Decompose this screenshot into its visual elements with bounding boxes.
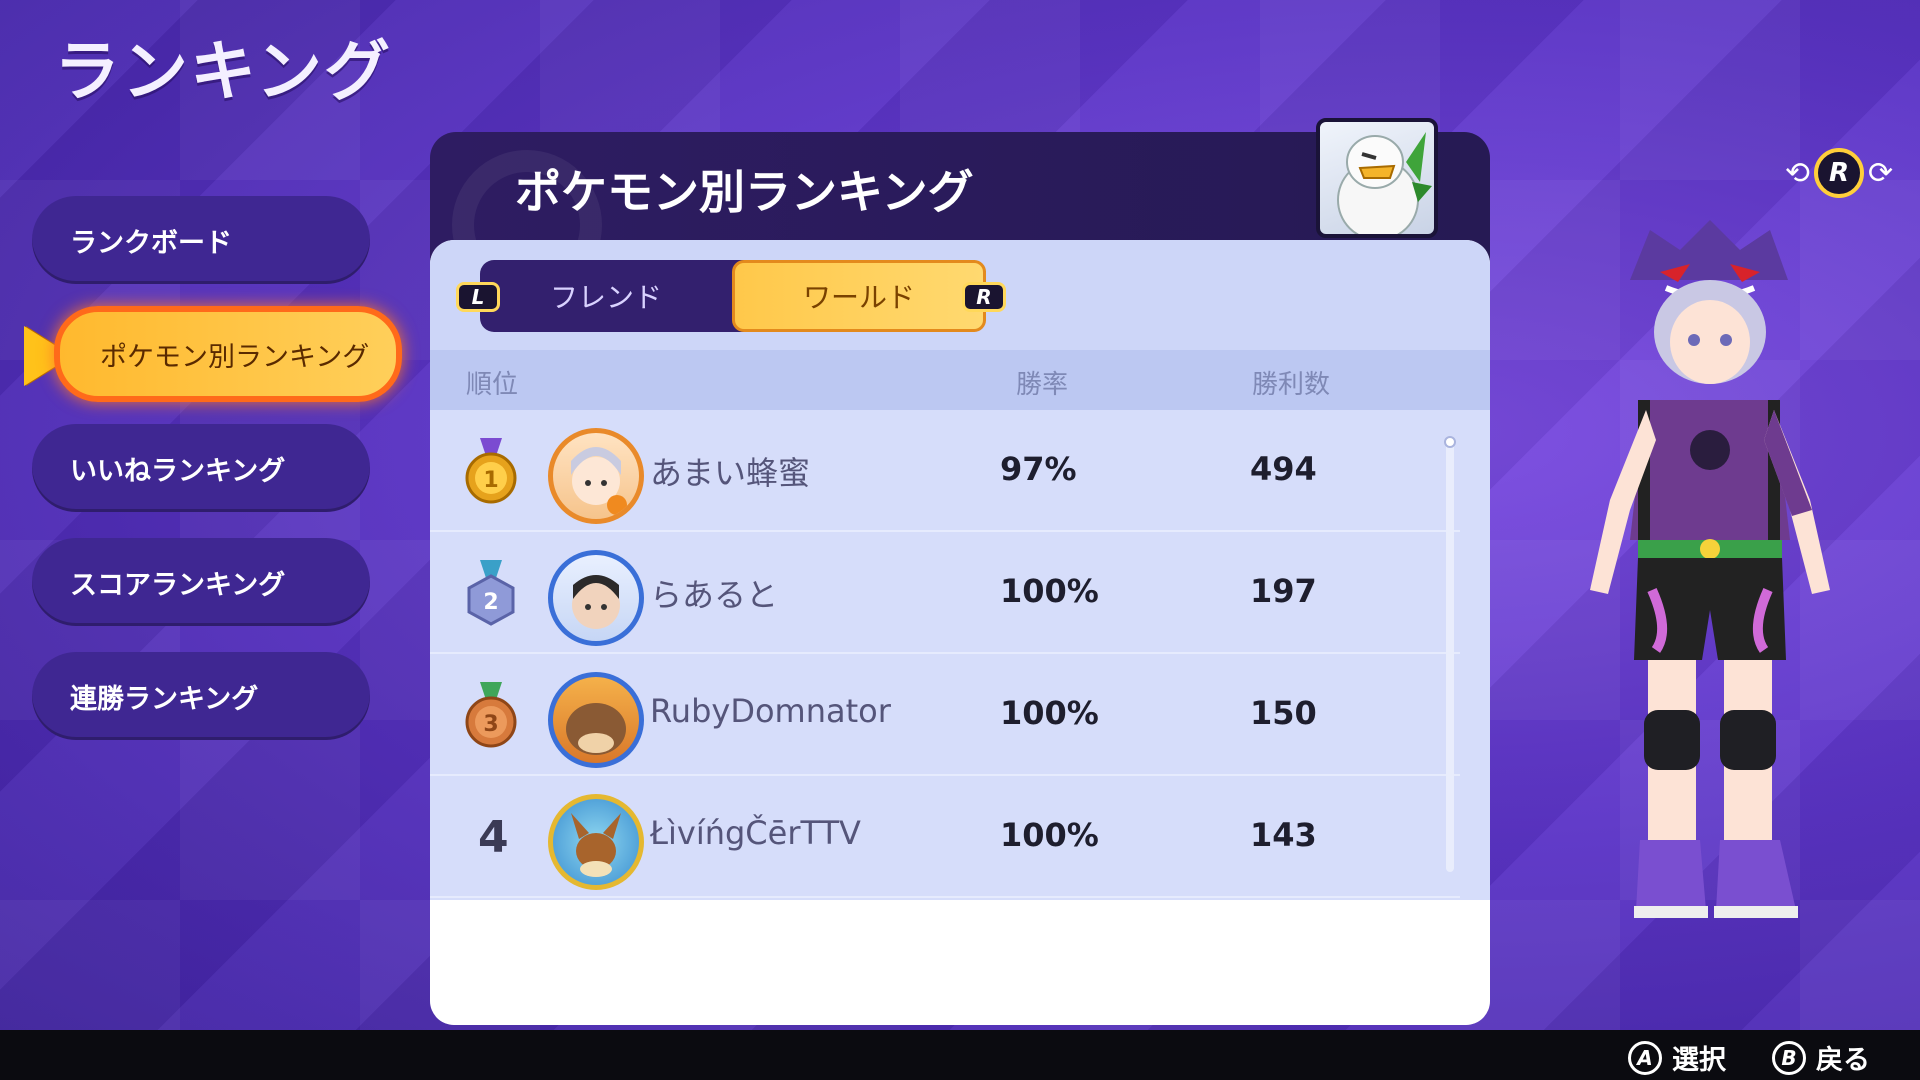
winrate-value: 97% [1000,450,1077,488]
column-header-rank: 順位 [466,370,519,400]
sidebar-item-streak-ranking[interactable]: 連勝ランキング [32,652,370,740]
table-row[interactable]: 4 ŁìvíńgČērTTV 100% 143 [430,776,1460,898]
svg-text:3: 3 [483,712,498,737]
select-hint[interactable]: A 選択 [1628,1038,1726,1077]
column-header-wins: 勝利数 [1252,370,1331,400]
back-label: 戻る [1816,1045,1870,1076]
wins-value: 494 [1250,450,1317,488]
sidebar-item-label: スコアランキング [70,569,286,601]
wins-value: 197 [1250,572,1317,610]
rank-number: 4 [478,812,509,863]
r-button-icon: R [1814,148,1864,198]
table-row[interactable]: 3 RubyDomnator 100% 150 [430,654,1460,776]
sidebar-item-label: いいねランキング [70,455,286,487]
gold-medal-icon: 1 [465,438,517,504]
sidebar-item-label: ランクボード [70,227,232,259]
pokemon-portrait [1316,118,1438,238]
l-button-icon: L [456,282,500,312]
avatar [548,550,644,646]
winrate-value: 100% [1000,572,1099,610]
ranking-panel: フレンド ワールド L R 順位 勝率 勝利数 1 あまい蜂蜜 97% 494 … [430,240,1490,1025]
page-title: ランキング [54,33,393,110]
player-name: RubyDomnator [650,692,891,730]
column-header-winrate: 勝率 [1016,370,1069,400]
silver-medal-icon: 2 [467,560,515,626]
wins-value: 150 [1250,694,1317,732]
sidebar-item-like-ranking[interactable]: いいねランキング [32,424,370,512]
player-name: あまい蜂蜜 [650,454,811,492]
winrate-value: 100% [1000,816,1099,854]
column-headers: 順位 勝率 勝利数 [430,350,1490,410]
b-button-icon: B [1772,1040,1806,1075]
rotate-left-icon: ⟲ [1784,155,1810,191]
wins-value: 143 [1250,816,1317,854]
avatar [548,428,644,524]
a-button-icon: A [1628,1040,1662,1075]
select-label: 選択 [1672,1045,1726,1076]
player-character[interactable] [1560,210,1860,930]
winrate-value: 100% [1000,694,1099,732]
back-hint[interactable]: B 戻る [1772,1038,1870,1077]
tab-world[interactable]: ワールド [732,260,986,332]
panel-title: ポケモン別ランキング [515,165,974,219]
r-button-icon: R [962,282,1006,312]
avatar [548,672,644,768]
scrollbar[interactable] [1446,440,1454,872]
sidebar-item-label: ポケモン別ランキング [100,341,370,373]
svg-text:1: 1 [483,468,498,493]
player-name: らあると [650,576,779,614]
rotate-hint: ⟲ R ⟳ [1784,148,1894,198]
player-name: ŁìvíńgČērTTV [650,814,861,852]
rotate-right-icon: ⟳ [1868,155,1894,191]
table-row[interactable]: 2 らあると 100% 197 [430,532,1460,654]
bronze-medal-icon: 3 [465,682,517,748]
svg-text:2: 2 [483,590,498,615]
sidebar-item-label: 連勝ランキング [70,683,259,715]
sidebar-item-rankboard[interactable]: ランクボード [32,196,370,284]
ranking-list: 1 あまい蜂蜜 97% 494 2 らあると 100% 197 3 RubyDo… [430,410,1490,900]
table-row[interactable]: 1 あまい蜂蜜 97% 494 [430,410,1460,532]
sidebar-item-score-ranking[interactable]: スコアランキング [32,538,370,626]
tab-group: フレンド ワールド [480,260,986,332]
tab-friend[interactable]: フレンド [480,260,732,332]
avatar [548,794,644,890]
scrollbar-thumb[interactable] [1444,436,1456,448]
sidebar-item-pokemon-ranking[interactable]: ポケモン別ランキング [54,306,402,402]
